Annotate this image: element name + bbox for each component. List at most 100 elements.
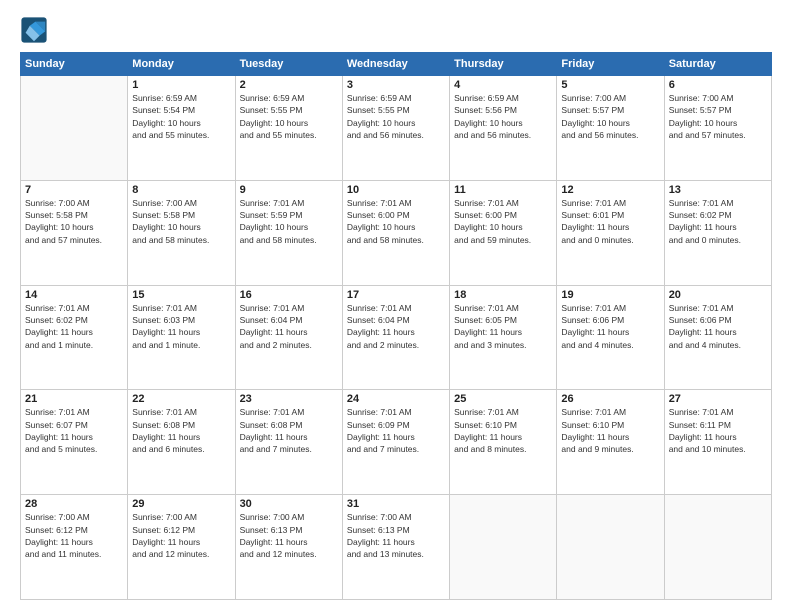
day-number: 7: [25, 184, 123, 196]
sunset-text: Sunset: 6:09 PM: [347, 419, 445, 431]
week-row-5: 28Sunrise: 7:00 AMSunset: 6:12 PMDayligh…: [21, 495, 772, 600]
sunset-text: Sunset: 6:06 PM: [669, 314, 767, 326]
daylight-line1: Daylight: 10 hours: [25, 221, 123, 233]
sunrise-text: Sunrise: 7:01 AM: [347, 197, 445, 209]
day-info: Sunrise: 6:59 AMSunset: 5:56 PMDaylight:…: [454, 92, 552, 141]
daylight-line2: and and 6 minutes.: [132, 443, 230, 455]
day-info: Sunrise: 7:01 AMSunset: 6:03 PMDaylight:…: [132, 302, 230, 351]
sunrise-text: Sunrise: 7:01 AM: [454, 302, 552, 314]
day-info: Sunrise: 7:00 AMSunset: 6:12 PMDaylight:…: [132, 511, 230, 560]
day-number: 8: [132, 184, 230, 196]
day-number: 14: [25, 289, 123, 301]
day-info: Sunrise: 7:01 AMSunset: 6:10 PMDaylight:…: [454, 406, 552, 455]
day-cell: 2Sunrise: 6:59 AMSunset: 5:55 PMDaylight…: [235, 76, 342, 181]
daylight-line2: and and 0 minutes.: [669, 234, 767, 246]
day-cell: 3Sunrise: 6:59 AMSunset: 5:55 PMDaylight…: [342, 76, 449, 181]
sunset-text: Sunset: 6:13 PM: [240, 524, 338, 536]
weekday-header-friday: Friday: [557, 53, 664, 76]
day-cell: 20Sunrise: 7:01 AMSunset: 6:06 PMDayligh…: [664, 285, 771, 390]
sunset-text: Sunset: 6:05 PM: [454, 314, 552, 326]
daylight-line2: and and 56 minutes.: [454, 129, 552, 141]
daylight-line2: and and 55 minutes.: [240, 129, 338, 141]
day-cell: [557, 495, 664, 600]
day-info: Sunrise: 7:01 AMSunset: 6:05 PMDaylight:…: [454, 302, 552, 351]
day-number: 27: [669, 393, 767, 405]
sunset-text: Sunset: 5:55 PM: [240, 104, 338, 116]
day-number: 22: [132, 393, 230, 405]
weekday-header-monday: Monday: [128, 53, 235, 76]
weekday-header-saturday: Saturday: [664, 53, 771, 76]
daylight-line2: and and 7 minutes.: [347, 443, 445, 455]
day-cell: 28Sunrise: 7:00 AMSunset: 6:12 PMDayligh…: [21, 495, 128, 600]
day-cell: [450, 495, 557, 600]
sunset-text: Sunset: 6:08 PM: [240, 419, 338, 431]
sunrise-text: Sunrise: 6:59 AM: [347, 92, 445, 104]
sunrise-text: Sunrise: 7:01 AM: [561, 302, 659, 314]
daylight-line2: and and 4 minutes.: [669, 339, 767, 351]
daylight-line1: Daylight: 11 hours: [347, 536, 445, 548]
daylight-line2: and and 56 minutes.: [347, 129, 445, 141]
sunrise-text: Sunrise: 7:01 AM: [347, 406, 445, 418]
day-info: Sunrise: 7:01 AMSunset: 6:07 PMDaylight:…: [25, 406, 123, 455]
day-number: 12: [561, 184, 659, 196]
daylight-line2: and and 5 minutes.: [25, 443, 123, 455]
day-cell: 24Sunrise: 7:01 AMSunset: 6:09 PMDayligh…: [342, 390, 449, 495]
daylight-line2: and and 55 minutes.: [132, 129, 230, 141]
sunrise-text: Sunrise: 7:01 AM: [669, 406, 767, 418]
sunrise-text: Sunrise: 7:00 AM: [347, 511, 445, 523]
day-number: 13: [669, 184, 767, 196]
daylight-line2: and and 58 minutes.: [347, 234, 445, 246]
daylight-line2: and and 4 minutes.: [561, 339, 659, 351]
daylight-line1: Daylight: 11 hours: [454, 326, 552, 338]
day-number: 10: [347, 184, 445, 196]
day-cell: 27Sunrise: 7:01 AMSunset: 6:11 PMDayligh…: [664, 390, 771, 495]
day-info: Sunrise: 7:00 AMSunset: 6:13 PMDaylight:…: [347, 511, 445, 560]
sunset-text: Sunset: 5:57 PM: [561, 104, 659, 116]
day-number: 5: [561, 79, 659, 91]
week-row-1: 1Sunrise: 6:59 AMSunset: 5:54 PMDaylight…: [21, 76, 772, 181]
day-number: 24: [347, 393, 445, 405]
daylight-line1: Daylight: 10 hours: [561, 117, 659, 129]
day-cell: 21Sunrise: 7:01 AMSunset: 6:07 PMDayligh…: [21, 390, 128, 495]
day-info: Sunrise: 7:01 AMSunset: 6:01 PMDaylight:…: [561, 197, 659, 246]
day-number: 25: [454, 393, 552, 405]
daylight-line2: and and 2 minutes.: [347, 339, 445, 351]
logo-icon: [20, 16, 48, 44]
daylight-line2: and and 9 minutes.: [561, 443, 659, 455]
weekday-header-sunday: Sunday: [21, 53, 128, 76]
day-cell: 4Sunrise: 6:59 AMSunset: 5:56 PMDaylight…: [450, 76, 557, 181]
day-info: Sunrise: 7:00 AMSunset: 5:57 PMDaylight:…: [669, 92, 767, 141]
day-info: Sunrise: 7:01 AMSunset: 6:04 PMDaylight:…: [240, 302, 338, 351]
day-info: Sunrise: 6:59 AMSunset: 5:54 PMDaylight:…: [132, 92, 230, 141]
day-cell: 17Sunrise: 7:01 AMSunset: 6:04 PMDayligh…: [342, 285, 449, 390]
sunset-text: Sunset: 6:11 PM: [669, 419, 767, 431]
day-number: 17: [347, 289, 445, 301]
day-info: Sunrise: 6:59 AMSunset: 5:55 PMDaylight:…: [347, 92, 445, 141]
daylight-line1: Daylight: 11 hours: [669, 221, 767, 233]
day-number: 16: [240, 289, 338, 301]
day-number: 29: [132, 498, 230, 510]
day-info: Sunrise: 7:01 AMSunset: 6:08 PMDaylight:…: [240, 406, 338, 455]
sunrise-text: Sunrise: 7:00 AM: [132, 197, 230, 209]
sunset-text: Sunset: 6:10 PM: [561, 419, 659, 431]
daylight-line1: Daylight: 11 hours: [669, 326, 767, 338]
sunset-text: Sunset: 5:55 PM: [347, 104, 445, 116]
day-info: Sunrise: 7:01 AMSunset: 6:02 PMDaylight:…: [25, 302, 123, 351]
day-cell: 14Sunrise: 7:01 AMSunset: 6:02 PMDayligh…: [21, 285, 128, 390]
daylight-line1: Daylight: 11 hours: [240, 326, 338, 338]
sunrise-text: Sunrise: 7:01 AM: [132, 406, 230, 418]
sunrise-text: Sunrise: 6:59 AM: [454, 92, 552, 104]
sunset-text: Sunset: 6:03 PM: [132, 314, 230, 326]
daylight-line2: and and 12 minutes.: [132, 548, 230, 560]
sunrise-text: Sunrise: 7:01 AM: [347, 302, 445, 314]
day-number: 31: [347, 498, 445, 510]
sunset-text: Sunset: 6:07 PM: [25, 419, 123, 431]
sunset-text: Sunset: 5:58 PM: [132, 209, 230, 221]
week-row-3: 14Sunrise: 7:01 AMSunset: 6:02 PMDayligh…: [21, 285, 772, 390]
sunrise-text: Sunrise: 7:00 AM: [669, 92, 767, 104]
sunset-text: Sunset: 6:00 PM: [347, 209, 445, 221]
day-number: 26: [561, 393, 659, 405]
daylight-line1: Daylight: 11 hours: [347, 326, 445, 338]
day-info: Sunrise: 7:01 AMSunset: 6:06 PMDaylight:…: [669, 302, 767, 351]
sunrise-text: Sunrise: 6:59 AM: [132, 92, 230, 104]
